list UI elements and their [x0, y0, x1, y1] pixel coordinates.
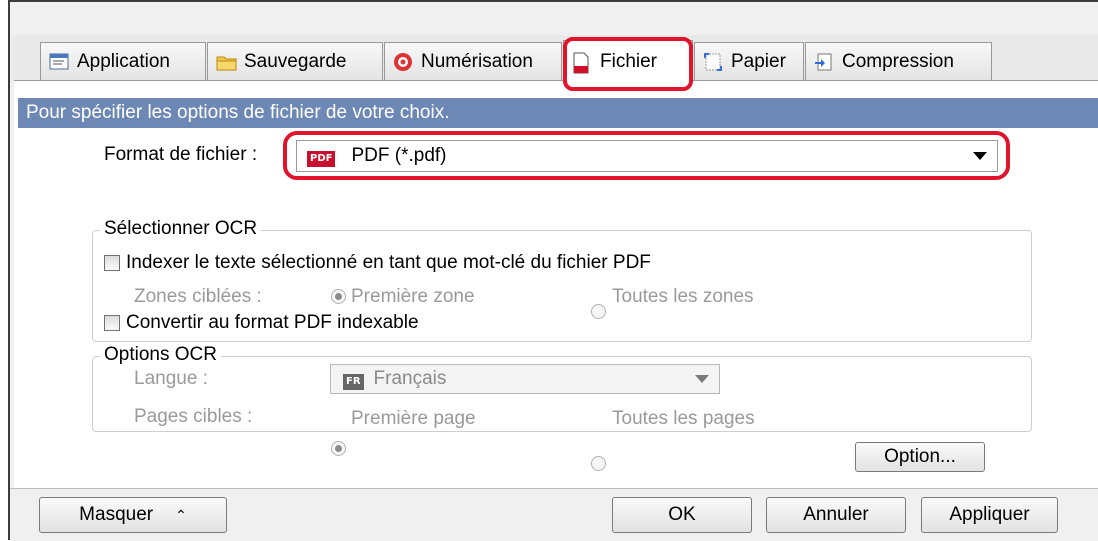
file-format-value: PDF (*.pdf) — [351, 145, 447, 166]
language-select[interactable]: FR Français — [330, 364, 720, 394]
tab-application-label: Application — [77, 50, 170, 72]
hide-button[interactable]: Masquer ⌃ — [39, 497, 227, 533]
language-label: Langue : — [134, 368, 208, 389]
scan-icon — [393, 52, 413, 72]
option-button[interactable]: Option... — [855, 442, 985, 472]
language-value: Français — [373, 368, 447, 389]
chevron-up-icon: ⌃ — [175, 506, 187, 523]
chevron-down-icon — [973, 152, 987, 160]
file-format-label: Format de fichier : — [104, 144, 258, 165]
page-all-label: Toutes les pages — [612, 408, 755, 429]
ocr-select-legend: Sélectionner OCR — [100, 218, 262, 240]
zones-label: Zones ciblées : — [134, 286, 262, 307]
pdf-icon: PDF — [307, 145, 336, 167]
section-header-text: Pour spécifier les options de fichier de… — [26, 102, 450, 123]
page-first-label: Première page — [351, 408, 476, 429]
file-format-select[interactable]: PDF PDF (*.pdf) — [296, 140, 998, 172]
convert-pdf-checkbox[interactable] — [104, 315, 120, 331]
tab-compression-label: Compression — [842, 50, 954, 72]
zone-first-label: Première zone — [351, 286, 475, 307]
tab-sauvegarde[interactable]: Sauvegarde — [207, 42, 383, 80]
tab-application[interactable]: Application — [40, 42, 206, 80]
zone-all-label: Toutes les zones — [612, 286, 754, 307]
chevron-down-icon — [695, 375, 709, 383]
tab-papier[interactable]: Papier — [694, 42, 804, 80]
application-icon — [49, 52, 69, 72]
tab-papier-label: Papier — [731, 50, 786, 72]
tab-fichier-label: Fichier — [600, 50, 658, 72]
apply-button[interactable]: Appliquer — [921, 497, 1058, 533]
section-header: Pour spécifier les options de fichier de… — [18, 98, 1098, 128]
page-first-radio[interactable] — [331, 441, 346, 456]
zone-all-radio[interactable] — [591, 304, 606, 319]
page-all-radio[interactable] — [591, 456, 606, 471]
index-text-label: Indexer le texte sélectionné en tant que… — [126, 252, 651, 273]
ok-button[interactable]: OK — [612, 497, 752, 533]
fr-flag-icon: FR — [343, 368, 364, 390]
paper-icon — [703, 52, 723, 72]
index-text-checkbox[interactable] — [104, 255, 120, 271]
compression-icon — [814, 52, 834, 72]
tab-numerisation[interactable]: Numérisation — [384, 42, 562, 80]
tab-sauvegarde-label: Sauvegarde — [244, 50, 347, 72]
cancel-button[interactable]: Annuler — [766, 497, 906, 533]
pages-label: Pages cibles : — [134, 406, 253, 427]
tab-numerisation-label: Numérisation — [421, 50, 533, 72]
file-icon — [572, 52, 592, 73]
hide-button-label: Masquer — [79, 504, 154, 525]
folder-icon — [216, 52, 237, 72]
zone-first-radio[interactable] — [331, 289, 346, 304]
tab-fichier[interactable]: Fichier — [563, 40, 693, 82]
convert-pdf-label: Convertir au format PDF indexable — [126, 312, 419, 333]
ocr-options-legend: Options OCR — [100, 344, 221, 366]
tab-compression[interactable]: Compression — [805, 42, 992, 80]
